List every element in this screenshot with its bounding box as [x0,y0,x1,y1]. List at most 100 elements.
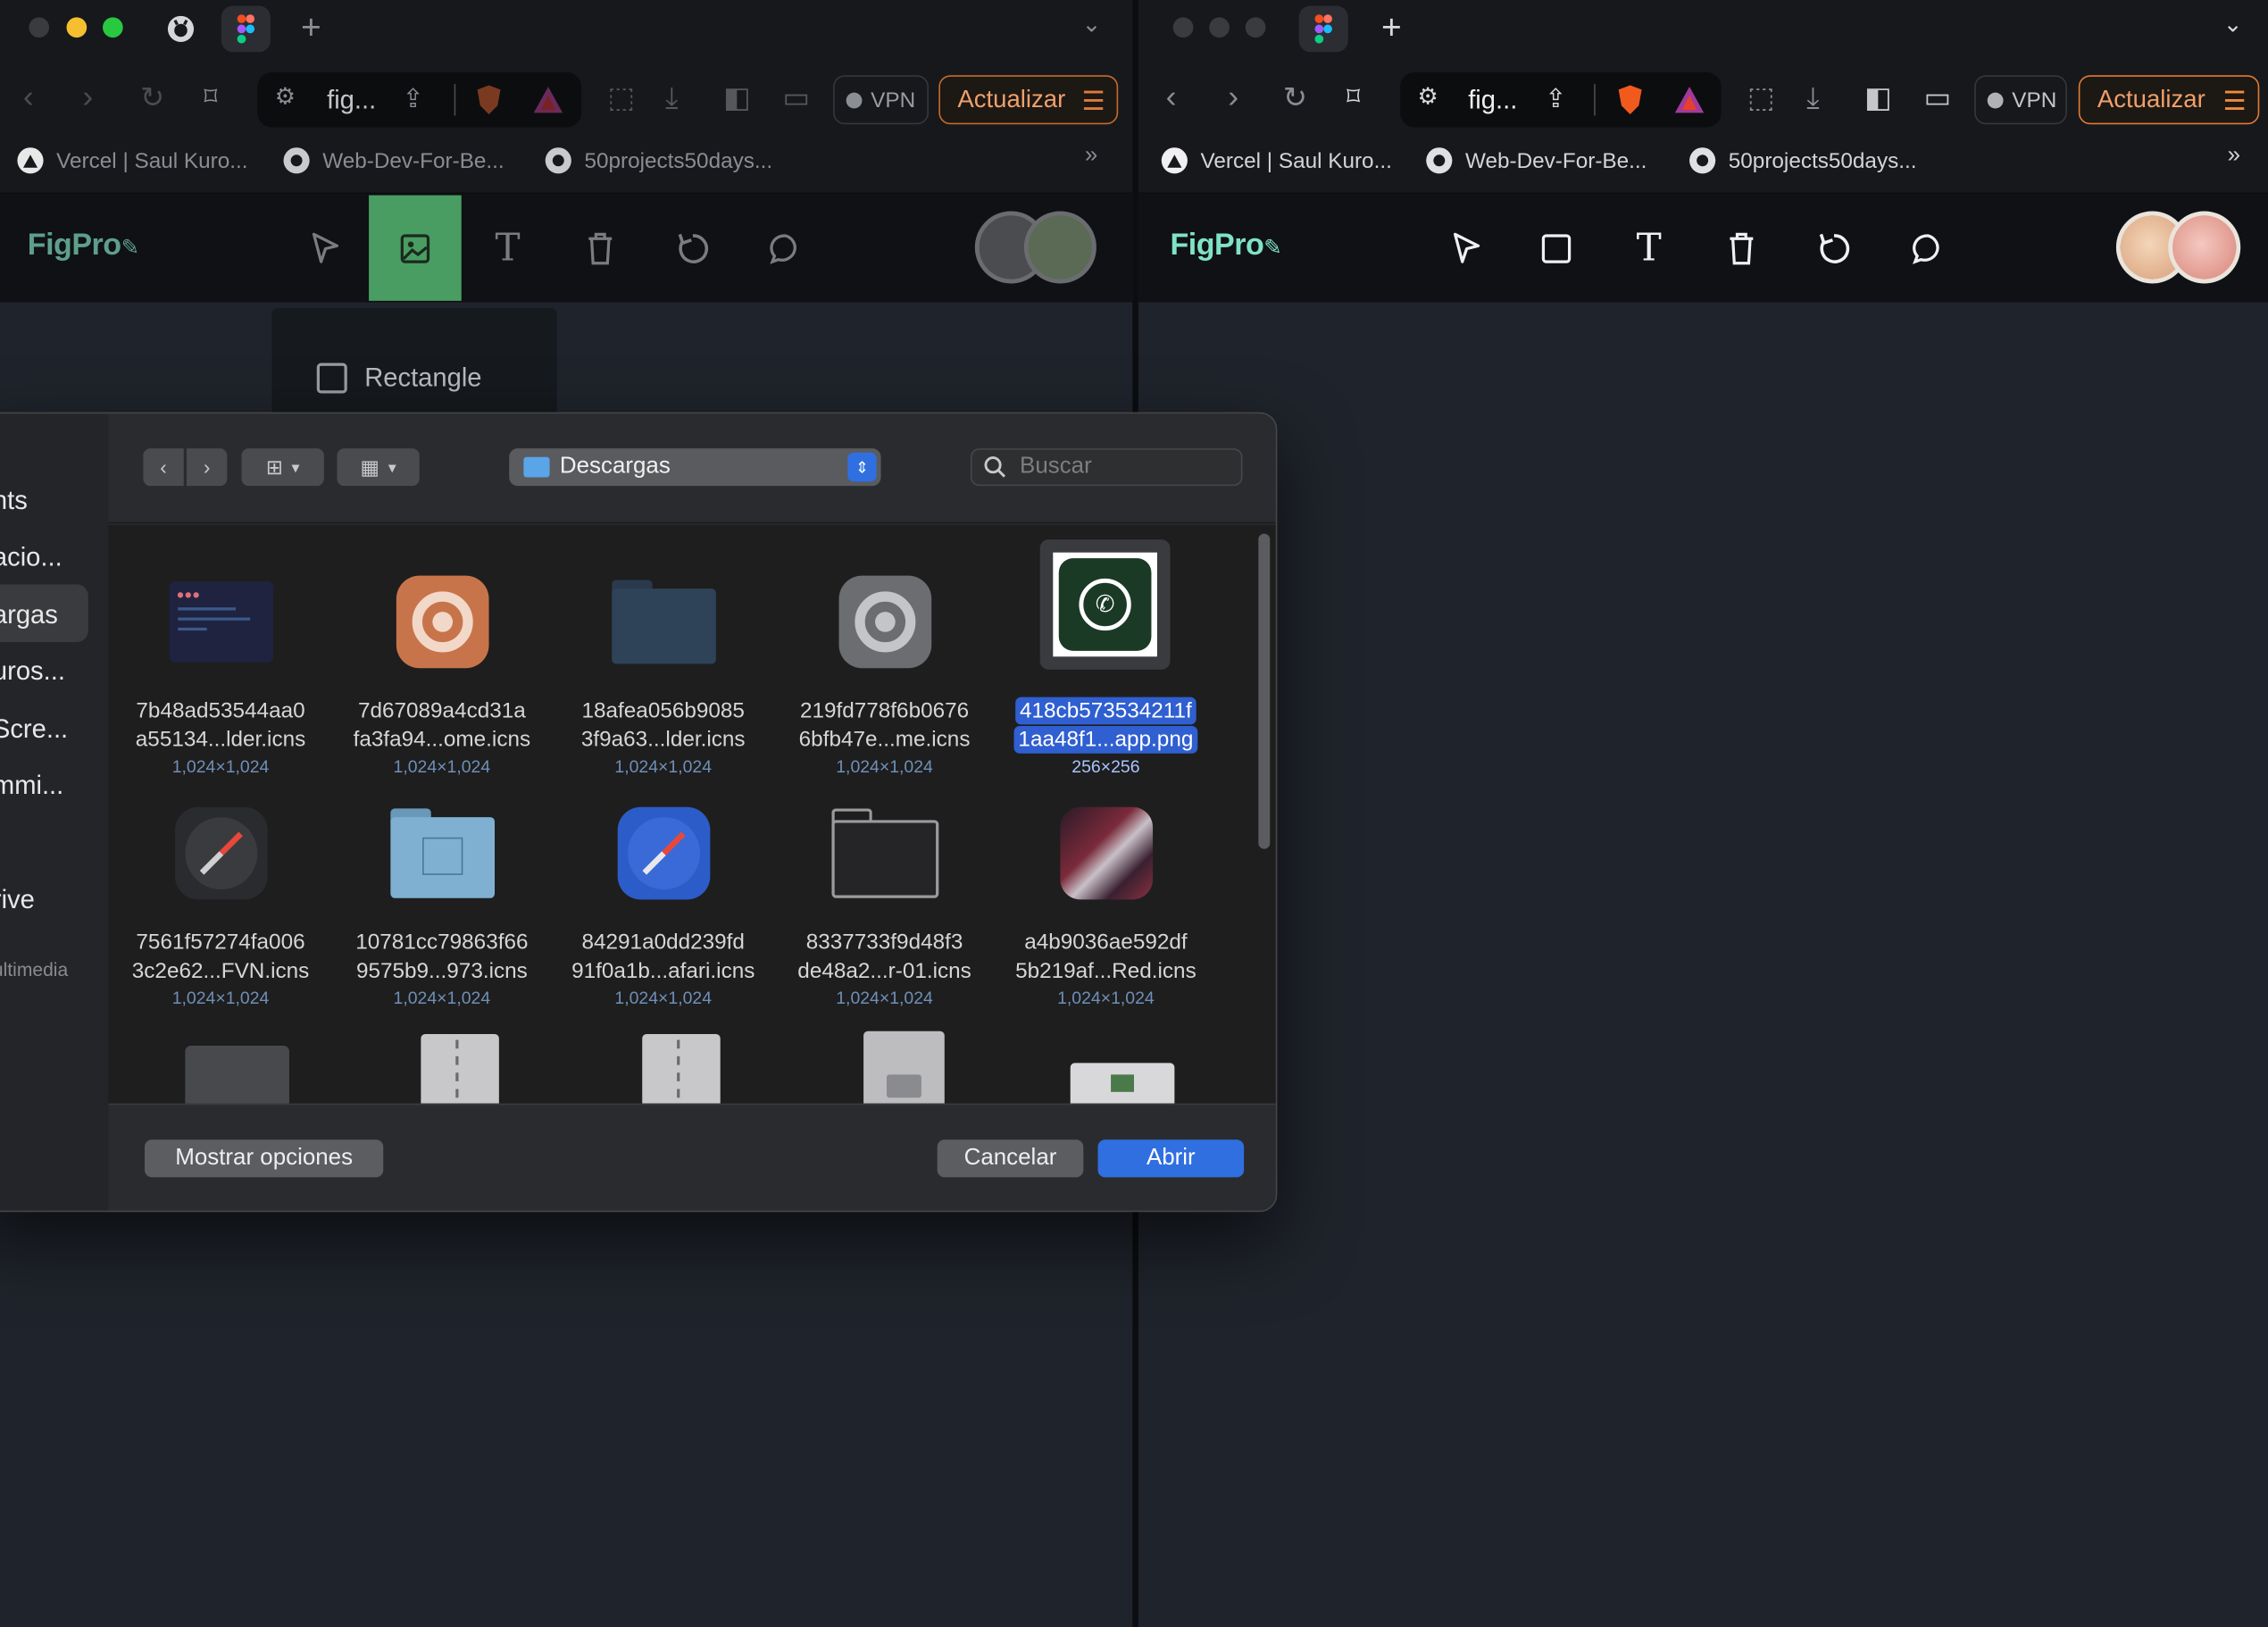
wallet-icon[interactable]: ▭ [1923,84,1951,113]
user-avatars [2115,211,2247,284]
file-item[interactable]: 18afea056b9085 3f9a63...lder.icns 1,024×1… [553,551,774,782]
reset-tool-button[interactable] [646,196,739,301]
file-item[interactable]: a4b9036ae592df 5b219af...Red.icns 1,024×1… [995,782,1216,1014]
image-tool-button[interactable] [369,195,462,301]
brave-rewards-icon[interactable] [1673,86,1705,114]
brave-shield-icon[interactable] [1615,84,1644,116]
file-item[interactable]: 219fd778f6b0676 6bfb47e...me.icns 1,024×1… [774,551,996,782]
reload-icon[interactable]: ↻ [1283,84,1307,113]
downloads-icon[interactable]: ⤓ [1806,84,1819,113]
forward-icon[interactable]: › [82,80,93,113]
vpn-button[interactable]: VPN [833,75,929,125]
location-popup[interactable]: Descargas ⇕ [509,448,881,487]
file-name-line: 3f9a63...lder.icns [580,727,746,753]
file-item[interactable]: 7561f57274fa006 3c2e62...FVN.icns 1,024×1… [110,782,331,1014]
wallet-icon[interactable]: ▭ [782,84,810,113]
share-icon[interactable]: ⇪ [402,86,423,112]
site-settings-icon[interactable]: ⚙ [275,86,296,110]
close-window-button[interactable] [1172,17,1194,38]
bookmark-icon[interactable]: ⌑ [204,84,217,110]
comment-tool-button[interactable] [1881,196,1974,301]
tab-figma[interactable] [1298,5,1348,53]
file-name-line: 1aa48f1...app.png [1013,726,1198,754]
vercel-icon [1161,147,1188,174]
tab-bar: + ⌄ [0,0,1133,58]
minimize-window-button[interactable] [66,17,88,38]
tab-list-chevron-icon[interactable]: ⌄ [2223,13,2243,38]
new-tab-button[interactable]: + [301,11,321,46]
menu-icon: ☰ [2222,87,2247,116]
address-bar[interactable]: ⚙ fig... ⇪ [257,71,582,128]
more-bookmarks-button[interactable]: » [1085,144,1097,168]
bookmark-item[interactable]: 50projects50days... [545,145,772,177]
more-bookmarks-button[interactable]: » [2228,144,2240,168]
open-button[interactable]: Abrir [1097,1139,1245,1178]
zip-file-icon [421,1034,499,1104]
select-tool-button[interactable] [279,196,372,301]
show-options-button[interactable]: Mostrar opciones [144,1139,384,1178]
reset-tool-button[interactable] [1788,196,1880,301]
pdf-file-icon [1070,1063,1175,1104]
text-tool-button[interactable]: T [1603,196,1696,301]
scrollbar[interactable] [1258,533,1271,849]
bookmark-item[interactable]: Web-Dev-For-Be... [1426,145,1647,177]
brave-shield-icon[interactable] [474,84,503,116]
file-item-selected[interactable]: ✆ 418cb573534211f 1aa48f1...app.png 256×2… [995,539,1216,782]
file-item[interactable]: 8337733f9d48f3 de48a2...r-01.icns 1,024×1… [774,782,996,1014]
file-item[interactable]: 7d67089a4cd31a fa3fa94...ome.icns 1,024×1… [331,551,553,782]
search-field[interactable]: Buscar [970,448,1243,487]
file-item[interactable]: ●●● 7b48ad53544aa0 a55134...lder.icns 1,0… [110,551,331,782]
file-item[interactable]: 10781cc79863f66 9575b9...973.icns 1,024×1… [331,782,553,1014]
back-icon[interactable]: ‹ [23,80,34,113]
address-bar[interactable]: ⚙ fig... ⇪ [1400,71,1722,128]
tab-list-chevron-icon[interactable]: ⌄ [1082,13,1102,38]
back-icon[interactable]: ‹ [1166,80,1177,113]
maximize-window-button[interactable] [1245,17,1266,38]
bookmark-item[interactable]: 50projects50days... [1689,145,1916,177]
close-window-button[interactable] [29,17,50,38]
update-button[interactable]: Actualizar ☰ [2078,75,2260,125]
share-icon[interactable]: ⇪ [1545,86,1566,112]
rectangle-tool-button[interactable] [1510,196,1603,301]
bookmark-item[interactable]: Vercel | Saul Kuro... [17,145,248,177]
extensions-icon[interactable]: ⬚ [607,84,635,113]
brave-rewards-icon[interactable] [532,86,564,114]
extensions-icon[interactable]: ⬚ [1747,84,1775,113]
bookmark-item[interactable]: Web-Dev-For-Be... [283,145,504,177]
new-tab-button[interactable]: + [1381,11,1402,46]
dropdown-item-rectangle[interactable]: Rectangle [364,363,481,394]
icon-grid-icon: ⊞ [265,455,283,479]
sidebar-toggle-icon[interactable]: ◧ [1864,84,1892,113]
vpn-button[interactable]: VPN [1974,75,2067,125]
select-tool-button[interactable] [1421,196,1513,301]
view-mode-button[interactable]: ⊞ ▾ [241,448,324,487]
reload-icon[interactable]: ↻ [140,84,164,113]
sidebar-toggle-icon[interactable]: ◧ [723,84,751,113]
update-button[interactable]: Actualizar ☰ [938,75,1119,125]
cancel-button[interactable]: Cancelar [937,1139,1084,1178]
file-dimensions: 1,024×1,024 [836,988,933,1008]
tab-github[interactable] [156,5,205,52]
tab-figma[interactable] [221,5,271,53]
bookmark-item[interactable]: Vercel | Saul Kuro... [1161,145,1392,177]
comment-tool-button[interactable] [739,196,832,301]
file-dimensions: 1,024×1,024 [1057,988,1155,1008]
canvas[interactable] [1138,302,2268,1627]
site-settings-icon[interactable]: ⚙ [1418,86,1438,110]
folder-icon [607,565,720,678]
maximize-window-button[interactable] [103,17,123,38]
forward-button[interactable]: › [186,448,228,487]
minimize-window-button[interactable] [1209,17,1230,38]
delete-tool-button[interactable] [554,196,646,301]
bookmark-icon[interactable]: ⌑ [1347,84,1360,110]
forward-icon[interactable]: › [1228,80,1238,113]
back-button[interactable]: ‹ [143,448,184,487]
avatar[interactable] [2168,211,2241,284]
cursor-icon [1453,231,1480,263]
downloads-icon[interactable]: ⤓ [665,84,678,113]
delete-tool-button[interactable] [1696,196,1789,301]
avatar[interactable] [1023,211,1096,284]
group-by-button[interactable]: ▦ ▾ [337,448,420,487]
text-tool-button[interactable]: T [462,196,554,301]
file-item[interactable]: 84291a0dd239fd 91f0a1b...afari.icns 1,024… [553,782,774,1014]
